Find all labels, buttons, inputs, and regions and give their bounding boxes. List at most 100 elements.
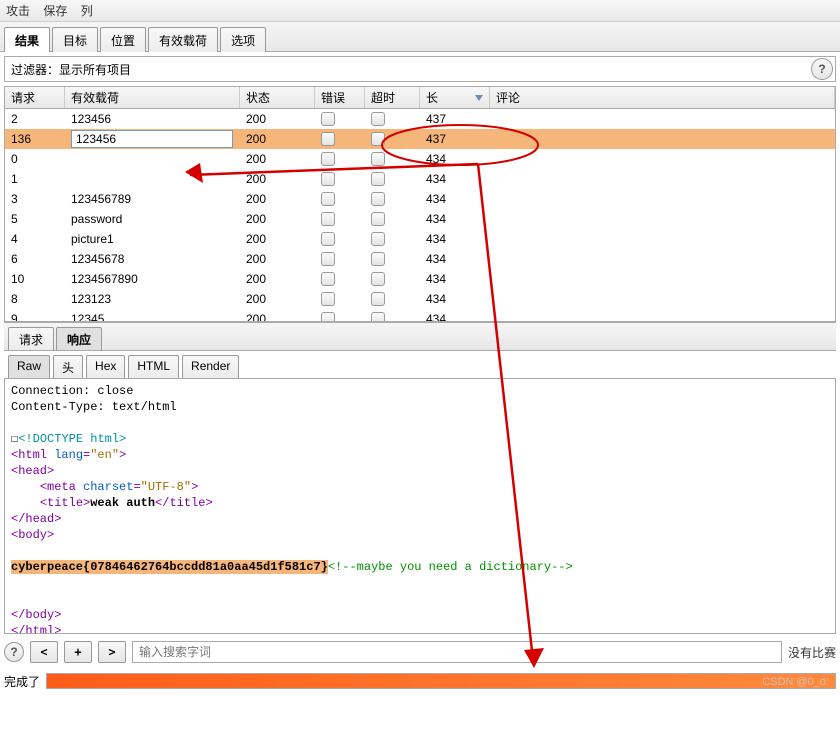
table-row[interactable]: 4picture1200434 [5,229,835,249]
cell-error [315,209,365,229]
tab-options[interactable]: 选项 [220,27,266,52]
progress-bar: CSDN @0_o: [46,673,836,689]
error-checkbox[interactable] [321,292,335,306]
timeout-checkbox[interactable] [371,212,385,226]
menu-bar: 攻击 保存 列 [0,0,840,22]
help-button[interactable]: ? [811,58,833,80]
cell-length: 437 [420,109,490,129]
col-comment[interactable]: 评论 [490,87,835,108]
cell-error [315,229,365,249]
error-checkbox[interactable] [321,232,335,246]
table-row[interactable]: 1200434 [5,169,835,189]
cell-error [315,189,365,209]
tab-hex[interactable]: Hex [86,355,125,378]
cell-error [315,109,365,129]
table-row[interactable]: 0200434 [5,149,835,169]
title-tag: <title> [40,496,90,510]
timeout-checkbox[interactable] [371,232,385,246]
tab-payloads[interactable]: 有效载荷 [148,27,218,52]
cell-status: 200 [240,169,315,189]
meta: <meta charset="UTF-8"> [40,480,198,494]
search-next-button[interactable]: > [98,641,126,663]
col-request[interactable]: 请求 [5,87,65,108]
cell-request: 1 [5,169,65,189]
payload-input[interactable] [71,130,233,148]
tab-results[interactable]: 结果 [4,27,50,52]
cell-payload: picture1 [65,229,240,249]
cell-payload [65,169,240,189]
error-checkbox[interactable] [321,132,335,146]
cell-comment [490,169,835,189]
search-prev-button[interactable]: < [30,641,58,663]
tab-response[interactable]: 响应 [56,327,102,350]
cell-timeout [365,129,420,149]
cell-timeout [365,149,420,169]
table-row[interactable]: 5password200434 [5,209,835,229]
search-add-button[interactable]: + [64,641,92,663]
timeout-checkbox[interactable] [371,192,385,206]
error-checkbox[interactable] [321,272,335,286]
error-checkbox[interactable] [321,112,335,126]
col-payload[interactable]: 有效载荷 [65,87,240,108]
tab-headers[interactable]: 头 [53,355,83,378]
timeout-checkbox[interactable] [371,112,385,126]
tab-positions[interactable]: 位置 [100,27,146,52]
table-row[interactable]: 136200437 [5,129,835,149]
cell-request: 4 [5,229,65,249]
cell-request: 2 [5,109,65,129]
table-row[interactable]: 3123456789200434 [5,189,835,209]
cell-payload: 1234567890 [65,269,240,289]
menu-attack[interactable]: 攻击 [6,0,30,22]
table-row[interactable]: 912345200434 [5,309,835,322]
doctype: <!DOCTYPE html> [18,432,126,446]
error-checkbox[interactable] [321,152,335,166]
cell-payload: 123456789 [65,189,240,209]
hdr-connection: Connection: close [11,384,133,398]
cell-length: 434 [420,229,490,249]
col-error[interactable]: 错误 [315,87,365,108]
table-row[interactable]: 101234567890200434 [5,269,835,289]
cell-status: 200 [240,189,315,209]
error-checkbox[interactable] [321,212,335,226]
col-timeout[interactable]: 超时 [365,87,420,108]
timeout-checkbox[interactable] [371,132,385,146]
timeout-checkbox[interactable] [371,272,385,286]
filter-bar[interactable]: 过滤器：显示所有项目 ? [4,56,836,82]
cell-error [315,249,365,269]
search-input[interactable] [132,641,782,663]
cell-comment [490,129,835,149]
timeout-checkbox[interactable] [371,152,385,166]
tab-render[interactable]: Render [182,355,239,378]
cell-status: 200 [240,249,315,269]
tab-target[interactable]: 目标 [52,27,98,52]
cell-length: 434 [420,149,490,169]
tab-html[interactable]: HTML [128,355,179,378]
flag-text: cyberpeace{07846462764bccdd81a0aa45d1f58… [11,560,328,574]
cell-payload: password [65,209,240,229]
col-length[interactable]: 长 [420,87,490,108]
cell-status: 200 [240,109,315,129]
search-help-button[interactable]: ? [4,642,24,662]
timeout-checkbox[interactable] [371,252,385,266]
table-row[interactable]: 8123123200434 [5,289,835,309]
col-status[interactable]: 状态 [240,87,315,108]
tab-raw[interactable]: Raw [8,355,50,378]
error-checkbox[interactable] [321,172,335,186]
html-open: <html lang="en"> [11,448,126,462]
timeout-checkbox[interactable] [371,292,385,306]
table-row[interactable]: 2123456200437 [5,109,835,129]
cell-status: 200 [240,129,315,149]
timeout-checkbox[interactable] [371,172,385,186]
menu-save[interactable]: 保存 [43,0,67,22]
table-row[interactable]: 612345678200434 [5,249,835,269]
response-raw[interactable]: Connection: close Content-Type: text/htm… [4,379,836,634]
menu-columns[interactable]: 列 [81,0,93,22]
table-body[interactable]: 2123456200437136200437020043412004343123… [5,109,835,322]
timeout-checkbox[interactable] [371,312,385,322]
error-checkbox[interactable] [321,312,335,322]
cell-length: 434 [420,309,490,322]
cell-timeout [365,189,420,209]
error-checkbox[interactable] [321,192,335,206]
tab-request[interactable]: 请求 [8,327,54,350]
error-checkbox[interactable] [321,252,335,266]
